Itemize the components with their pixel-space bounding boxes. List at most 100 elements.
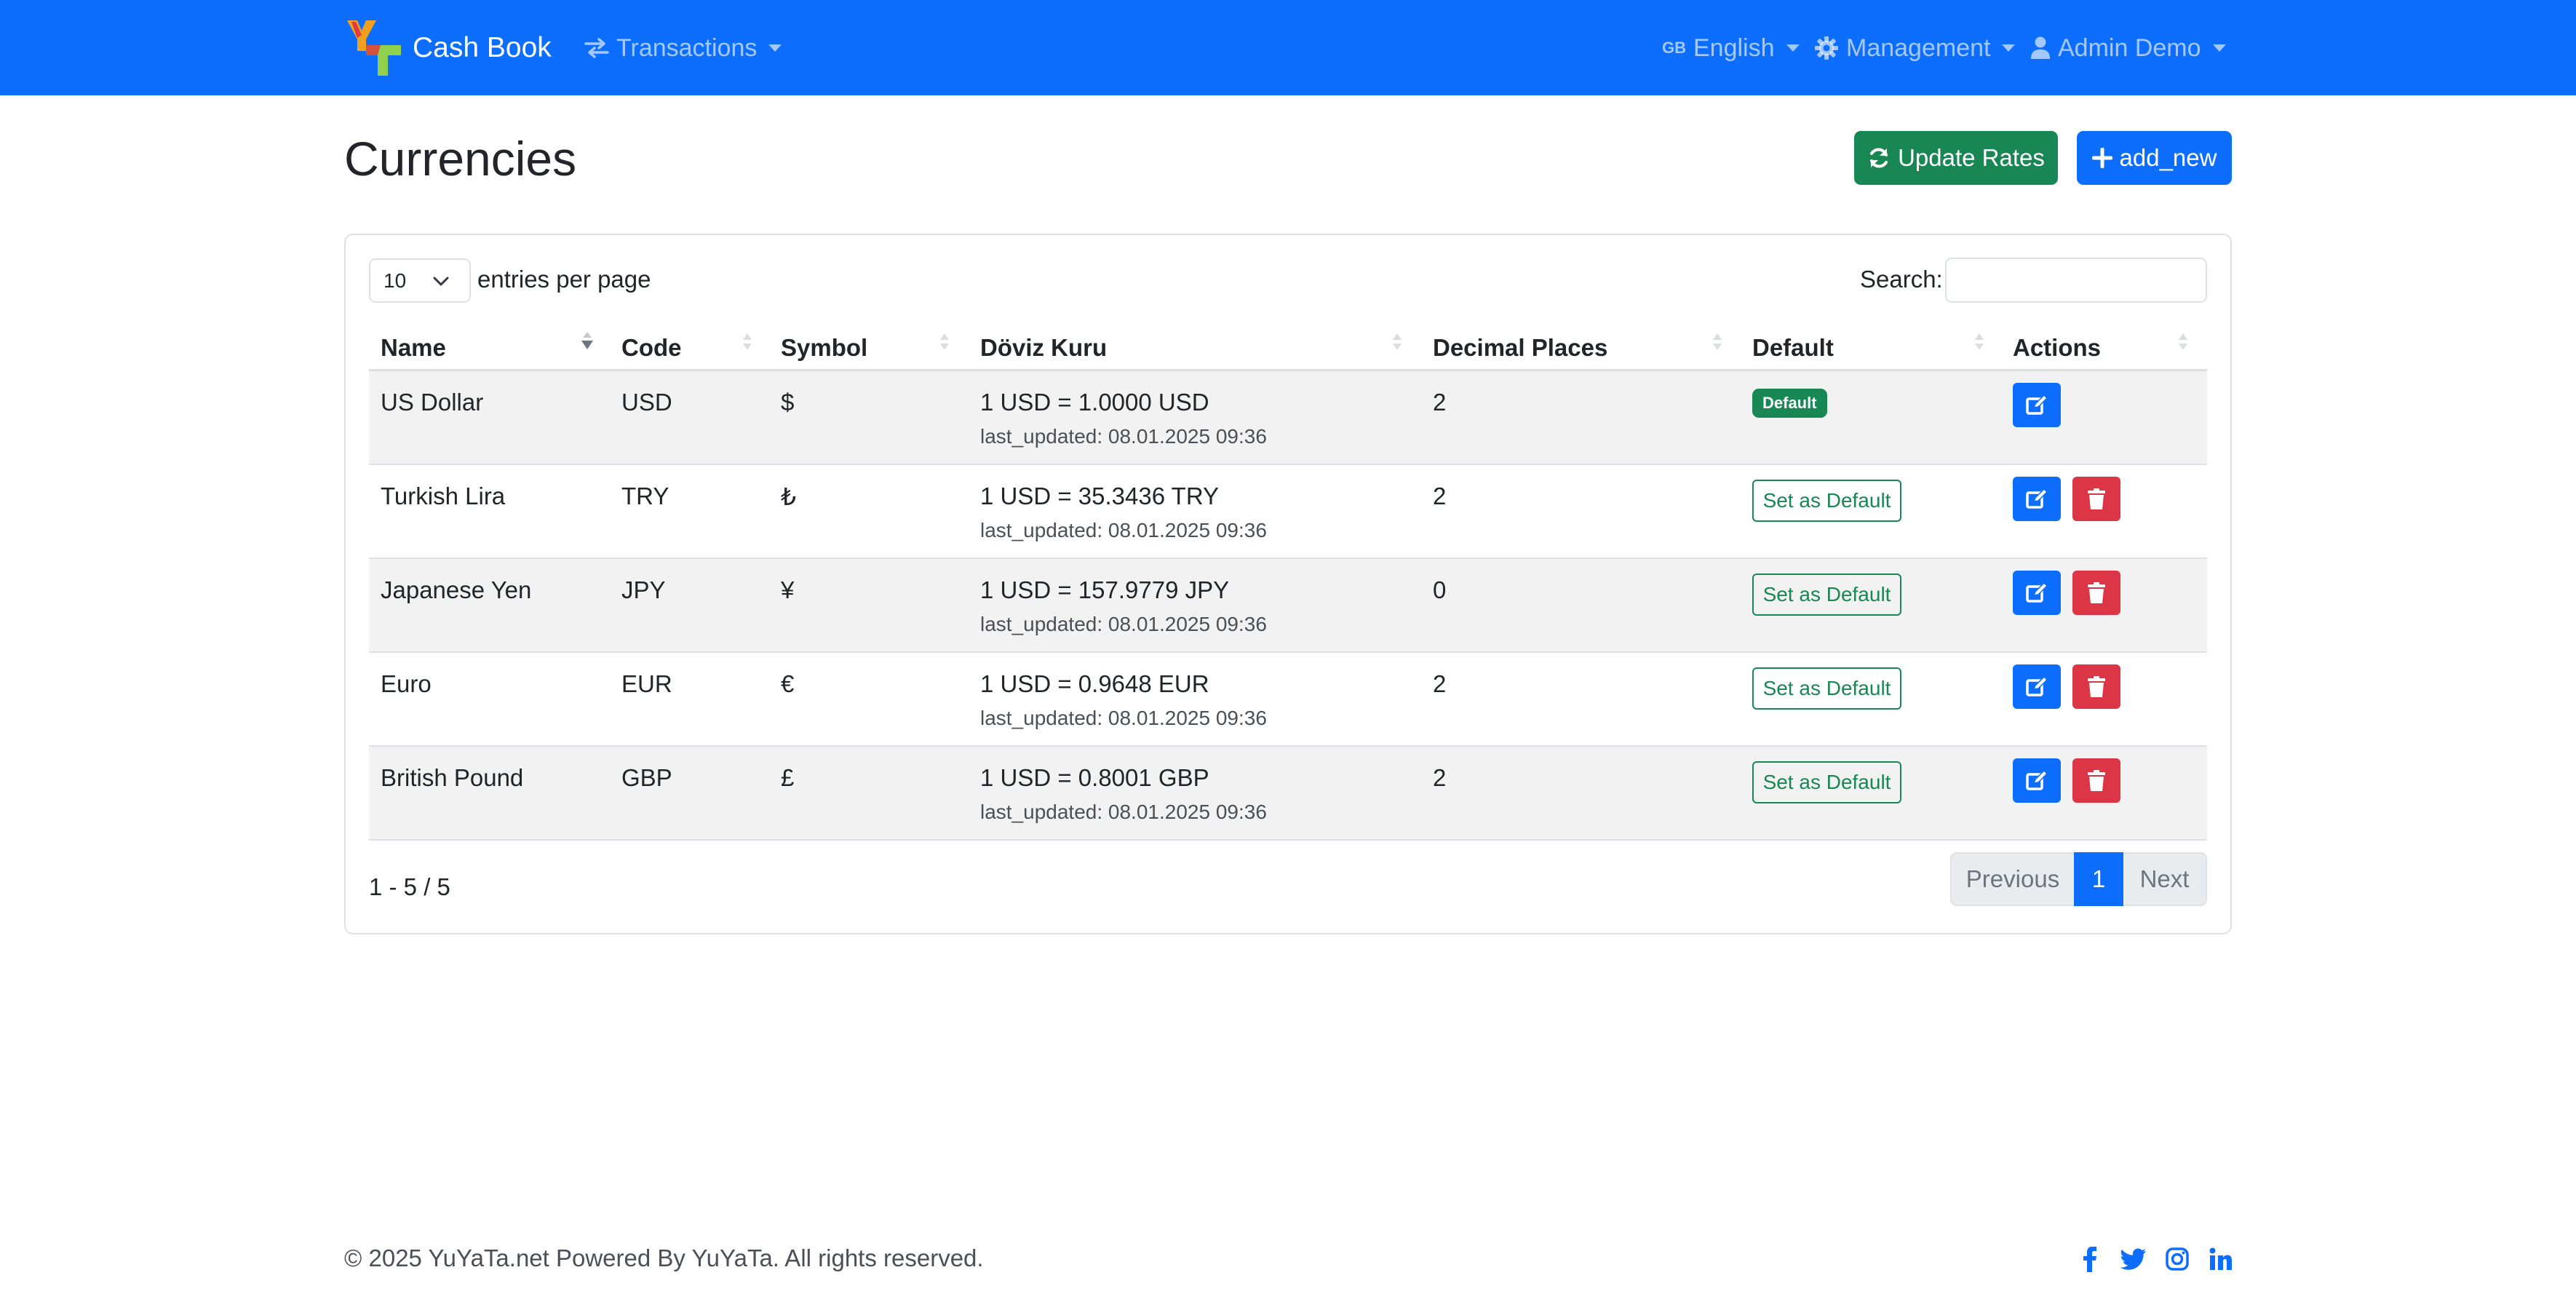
cell-last-updated: last_updated: 08.01.2025 09:36 xyxy=(980,519,1267,541)
column-header-default[interactable]: Default xyxy=(1752,326,1834,370)
plus-icon xyxy=(2091,148,2112,168)
nav-transactions-dropdown[interactable]: Transactions xyxy=(584,29,782,67)
cell-decimal-places: 2 xyxy=(1433,764,1447,791)
cell-last-updated: last_updated: 08.01.2025 09:36 xyxy=(980,613,1267,635)
cell-symbol: $ xyxy=(781,389,795,416)
brand-link[interactable]: Cash Book xyxy=(344,17,552,79)
nav-user-label: Admin Demo xyxy=(2058,33,2201,62)
cell-code: JPY xyxy=(621,576,666,603)
nav-language-dropdown[interactable]: GB English xyxy=(1662,29,1800,67)
table-row: US Dollar USD $ 1 USD = 1.0000 USD last_… xyxy=(369,371,2207,465)
cell-name: British Pound xyxy=(381,764,524,791)
nav-management-label: Management xyxy=(1846,33,1991,62)
nav-language-label: English xyxy=(1693,33,1775,62)
table-row: British Pound GBP £ 1 USD = 0.8001 GBP l… xyxy=(369,747,2207,841)
column-header-decimal-places[interactable]: Decimal Places xyxy=(1433,326,1607,370)
update-rates-button[interactable]: Update Rates xyxy=(1854,131,2058,185)
default-badge: Default xyxy=(1752,389,1827,418)
gear-icon xyxy=(1814,36,1839,60)
sort-icon xyxy=(1975,333,1984,350)
add-new-button[interactable]: add_new xyxy=(2077,131,2232,185)
cell-decimal-places: 0 xyxy=(1433,576,1447,603)
table-row: Japanese Yen JPY ¥ 1 USD = 157.9779 JPY … xyxy=(369,559,2207,653)
column-header-code[interactable]: Code xyxy=(621,326,682,370)
facebook-icon[interactable] xyxy=(2075,1244,2104,1274)
search-input[interactable] xyxy=(1945,258,2207,303)
edit-button[interactable] xyxy=(2013,664,2061,709)
linkedin-icon[interactable] xyxy=(2206,1244,2235,1274)
edit-button[interactable] xyxy=(2013,477,2061,521)
delete-button[interactable] xyxy=(2072,571,2120,615)
trash-icon xyxy=(2088,581,2105,603)
nav-management-dropdown[interactable]: Management xyxy=(1814,29,2016,67)
chevron-down-icon xyxy=(1786,44,1800,52)
cell-name: Euro xyxy=(381,670,432,697)
cell-code: USD xyxy=(621,389,672,416)
edit-icon xyxy=(2026,675,2048,696)
entries-per-page-value: 10 xyxy=(383,269,407,292)
delete-button[interactable] xyxy=(2072,664,2120,709)
cell-symbol: £ xyxy=(781,764,795,791)
twitter-icon[interactable] xyxy=(2119,1244,2148,1274)
chevron-down-icon xyxy=(768,44,782,52)
edit-icon xyxy=(2026,581,2048,603)
sort-icon xyxy=(1393,333,1402,350)
edit-button[interactable] xyxy=(2013,383,2061,427)
entries-per-page-label: entries per page xyxy=(477,266,651,293)
cell-code: TRY xyxy=(621,483,669,509)
sort-descending-icon xyxy=(581,332,593,349)
cell-name: US Dollar xyxy=(381,389,484,416)
next-page-button[interactable]: Next xyxy=(2123,852,2207,906)
set-as-default-button[interactable]: Set as Default xyxy=(1752,761,1901,803)
page-title: Currencies xyxy=(344,132,577,186)
cell-rate: 1 USD = 1.0000 USD xyxy=(980,389,1209,416)
cell-name: Turkish Lira xyxy=(381,483,506,509)
column-header-symbol[interactable]: Symbol xyxy=(781,326,867,370)
table-row: Turkish Lira TRY ₺ 1 USD = 35.3436 TRY l… xyxy=(369,465,2207,559)
edit-button[interactable] xyxy=(2013,571,2061,615)
column-header-actions[interactable]: Actions xyxy=(2013,326,2101,370)
cell-decimal-places: 2 xyxy=(1433,389,1447,416)
gb-flag-icon: GB xyxy=(1662,39,1686,57)
edit-button[interactable] xyxy=(2013,758,2061,803)
previous-page-button[interactable]: Previous xyxy=(1950,852,2074,906)
chevron-down-icon xyxy=(2002,44,2016,52)
brand-title: Cash Book xyxy=(413,32,552,63)
set-as-default-button[interactable]: Set as Default xyxy=(1752,480,1901,522)
cell-symbol: ₺ xyxy=(781,483,796,510)
column-header-name[interactable]: Name xyxy=(381,326,446,370)
search-label: Search: xyxy=(1860,266,1943,293)
edit-icon xyxy=(2026,394,2048,415)
delete-button[interactable] xyxy=(2072,758,2120,803)
cell-rate: 1 USD = 0.8001 GBP xyxy=(980,764,1209,791)
sort-icon xyxy=(743,333,752,350)
cell-decimal-places: 2 xyxy=(1433,670,1447,697)
cell-last-updated: last_updated: 08.01.2025 09:36 xyxy=(980,801,1267,823)
cell-rate: 1 USD = 35.3436 TRY xyxy=(980,483,1220,509)
set-as-default-button[interactable]: Set as Default xyxy=(1752,667,1901,710)
update-rates-label: Update Rates xyxy=(1898,144,2045,171)
nav-user-dropdown[interactable]: Admin Demo xyxy=(2030,29,2226,67)
edit-icon xyxy=(2026,488,2048,509)
table-row: Euro EUR € 1 USD = 0.9648 EUR last_updat… xyxy=(369,653,2207,747)
edit-icon xyxy=(2026,769,2048,790)
instagram-icon[interactable] xyxy=(2163,1244,2192,1274)
sort-icon xyxy=(1713,333,1722,350)
delete-button[interactable] xyxy=(2072,477,2120,521)
set-as-default-button[interactable]: Set as Default xyxy=(1752,573,1901,616)
cell-rate: 1 USD = 0.9648 EUR xyxy=(980,670,1209,697)
user-icon xyxy=(2030,36,2051,60)
sort-icon xyxy=(940,333,949,350)
column-header-doviz-kuru[interactable]: Döviz Kuru xyxy=(980,326,1107,370)
brand-logo-icon xyxy=(344,17,404,79)
page-1-button[interactable]: 1 xyxy=(2074,852,2123,906)
entries-per-page-select[interactable]: 10 xyxy=(369,258,471,303)
cell-last-updated: last_updated: 08.01.2025 09:36 xyxy=(980,707,1267,729)
cell-last-updated: last_updated: 08.01.2025 09:36 xyxy=(980,425,1267,448)
add-new-label: add_new xyxy=(2119,144,2217,171)
cell-rate: 1 USD = 157.9779 JPY xyxy=(980,576,1230,603)
cell-code: GBP xyxy=(621,764,672,791)
sync-icon xyxy=(1867,146,1891,170)
trash-icon xyxy=(2088,769,2105,791)
pagination: Previous 1 Next xyxy=(1950,852,2207,906)
